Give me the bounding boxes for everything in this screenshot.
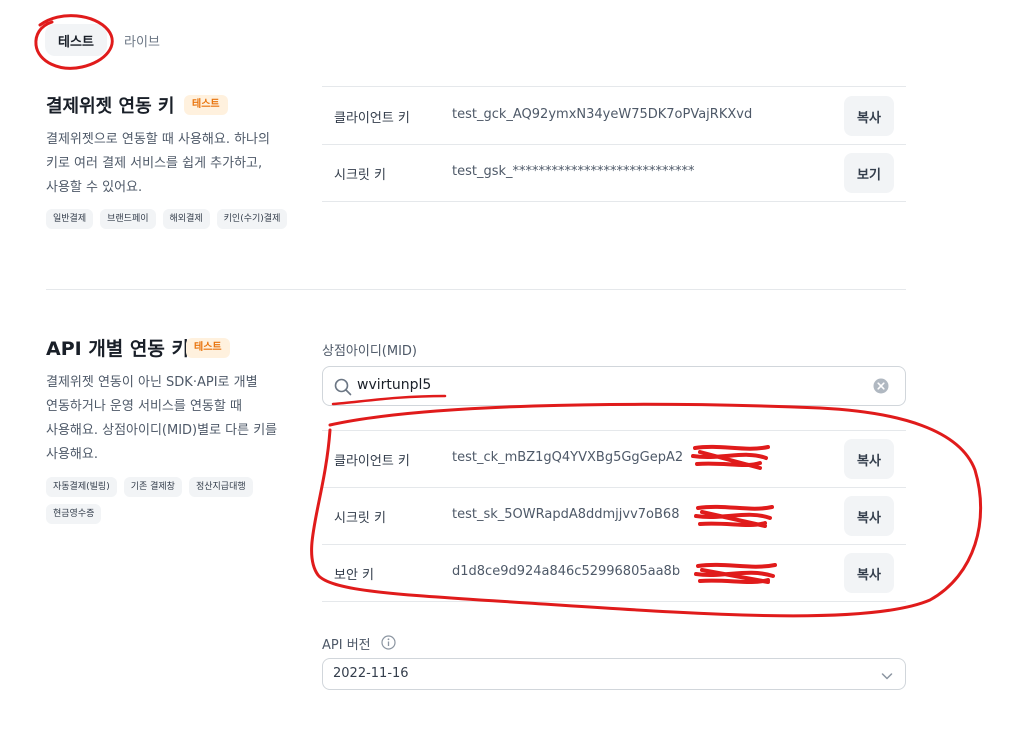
- tab-live[interactable]: 라이브: [118, 24, 166, 56]
- chip-overseas-payment: 해외결제: [162, 209, 210, 229]
- chip-legacy-checkout: 기존 결제창: [123, 477, 182, 497]
- api-security-key-value: d1d8ce9d924a846c52996805aa8b: [452, 564, 681, 579]
- chip-auto-billing: 자동결제(빌링): [46, 477, 117, 497]
- widget-test-badge: 테스트: [184, 95, 228, 115]
- copy-button[interactable]: 복사: [844, 553, 894, 593]
- divider: [322, 487, 906, 488]
- tab-test[interactable]: 테스트: [45, 24, 107, 56]
- info-icon[interactable]: [381, 635, 396, 654]
- divider: [322, 144, 906, 145]
- widget-description: 결제위젯으로 연동할 때 사용해요. 하나의 키로 여러 결제 서비스를 쉽게 …: [46, 132, 270, 195]
- divider: [322, 544, 906, 545]
- api-client-key-label: 클라이언트 키: [334, 454, 410, 469]
- chip-payout: 정산지급대행: [188, 477, 253, 497]
- chip-cash-receipt: 현금영수증: [46, 504, 102, 524]
- mid-search-input[interactable]: wvirtunpl5: [322, 366, 906, 406]
- api-section-title: API 개별 연동 키: [46, 338, 189, 360]
- api-secret-key-value: test_sk_5OWRapdA8ddmjjvv7oB68: [452, 507, 680, 522]
- divider: [322, 430, 906, 431]
- copy-button[interactable]: 복사: [844, 496, 894, 536]
- api-description: 결제위젯 연동이 아닌 SDK·API로 개별 연동하거나 운영 서비스를 연동…: [46, 375, 278, 462]
- divider: [322, 201, 906, 202]
- divider: [322, 601, 906, 602]
- chevron-down-icon: [880, 668, 894, 687]
- show-button[interactable]: 보기: [844, 153, 894, 193]
- api-chips: 자동결제(빌링) 기존 결제창 정산지급대행 현금영수증: [46, 477, 308, 524]
- widget-secret-key-value: test_gsk_****************************: [452, 164, 695, 179]
- chip-general-payment: 일반결제: [46, 209, 94, 229]
- section-divider: [46, 289, 906, 290]
- chip-brandpay: 브랜드페이: [100, 209, 156, 229]
- api-secret-key-label: 시크릿 키: [334, 511, 386, 526]
- chip-keyin-payment: 키인(수기)결제: [216, 209, 288, 229]
- api-version-select[interactable]: 2022-11-16: [322, 658, 906, 690]
- search-icon: [333, 377, 353, 401]
- api-client-key-value: test_ck_mBZ1gQ4YVXBg5GgGepA2: [452, 450, 684, 465]
- widget-chips: 일반결제 브랜드페이 해외결제 키인(수기)결제: [46, 209, 316, 229]
- widget-client-key-value: test_gck_AQ92ymxN34yeW75DK7oPVajRKXvd: [452, 107, 753, 122]
- copy-button[interactable]: 복사: [844, 439, 894, 479]
- mid-label: 상점아이디(MID): [322, 344, 418, 359]
- api-security-key-label: 보안 키: [334, 568, 375, 583]
- clear-icon[interactable]: [873, 378, 889, 398]
- api-version-label: API 버전: [322, 638, 371, 653]
- widget-secret-key-label: 시크릿 키: [334, 168, 386, 183]
- mid-search-value: wvirtunpl5: [357, 377, 432, 393]
- divider: [322, 86, 906, 87]
- widget-client-key-label: 클라이언트 키: [334, 111, 410, 126]
- copy-button[interactable]: 복사: [844, 96, 894, 136]
- widget-section-title: 결제위젯 연동 키: [46, 96, 175, 117]
- api-version-value: 2022-11-16: [333, 666, 409, 681]
- api-test-badge: 테스트: [186, 338, 230, 358]
